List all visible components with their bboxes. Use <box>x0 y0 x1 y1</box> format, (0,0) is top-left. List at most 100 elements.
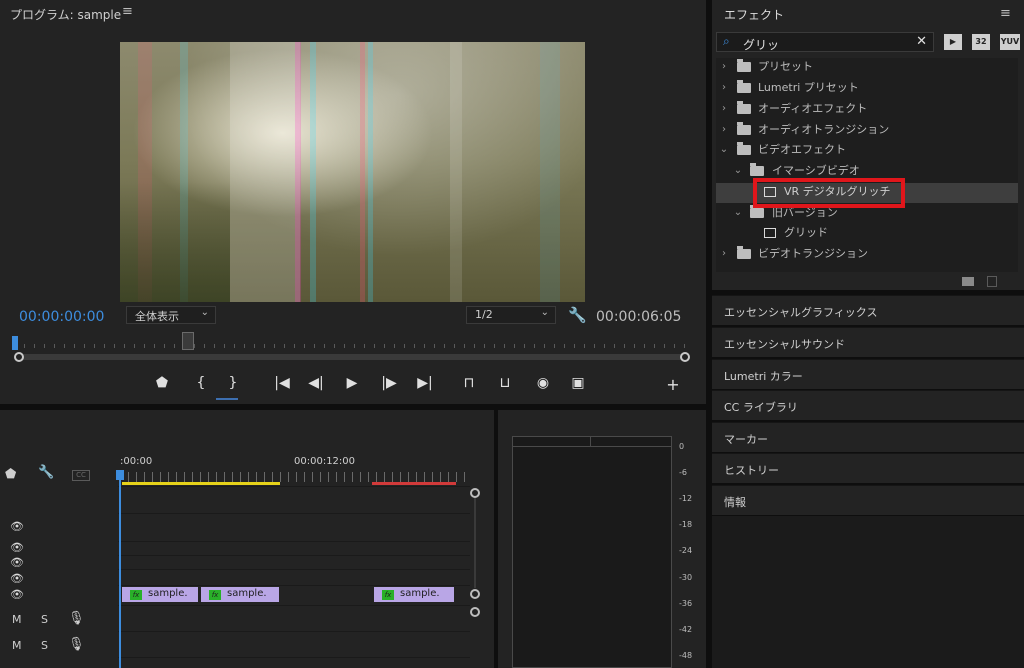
zoom-level-select[interactable]: 全体表示 ⌄ <box>126 306 216 324</box>
go-to-out-icon[interactable]: ▶| <box>414 375 436 391</box>
scrollbar-right-handle[interactable] <box>680 352 690 362</box>
timeline-playhead-handle[interactable] <box>116 470 124 480</box>
audio-track-row[interactable] <box>118 605 470 631</box>
track-scroll-handle[interactable] <box>470 589 480 599</box>
extract-icon[interactable]: ⊔ <box>494 375 516 391</box>
yuv-filter-icon[interactable]: YUV <box>1000 34 1020 50</box>
track-scroll-handle[interactable] <box>470 607 480 617</box>
hamburger-icon[interactable]: ≡ <box>122 4 133 19</box>
effects-panel-title[interactable]: エフェクト <box>724 6 784 23</box>
chevron-right-icon[interactable]: › <box>719 57 729 77</box>
video-track-row[interactable] <box>118 569 470 585</box>
empty-panel-area <box>712 516 1024 668</box>
new-bin-icon[interactable] <box>962 277 974 286</box>
folder-icon <box>750 205 764 218</box>
timeline-clip[interactable]: fx sample. <box>122 587 198 602</box>
panel-history[interactable]: ヒストリー <box>712 453 1024 483</box>
export-frame-icon[interactable]: ◉ <box>532 375 554 391</box>
in-point-icon[interactable]: { <box>190 375 212 391</box>
chevron-down-icon[interactable]: ⌄ <box>733 161 743 181</box>
closed-captions-icon[interactable]: CC <box>72 470 90 481</box>
tree-item-label: オーディオエフェクト <box>758 102 868 115</box>
tree-item-video-effects[interactable]: ⌄ ビデオエフェクト <box>716 140 1018 160</box>
chevron-right-icon[interactable]: › <box>719 78 729 98</box>
mute-button[interactable]: M <box>12 613 22 626</box>
video-track-row[interactable] <box>118 486 470 513</box>
panel-info[interactable]: 情報 <box>712 485 1024 515</box>
track-scroll-handle[interactable] <box>470 488 480 498</box>
video-track-row[interactable] <box>118 541 470 555</box>
effect-icon <box>764 228 776 238</box>
playback-resolution-select[interactable]: 1/2 ⌄ <box>466 306 556 324</box>
panel-cc-libraries[interactable]: CC ライブラリ <box>712 390 1024 420</box>
audio-track-row[interactable] <box>118 631 470 657</box>
hamburger-icon[interactable]: ≡ <box>1000 6 1011 21</box>
chevron-right-icon[interactable]: › <box>719 244 729 264</box>
current-timecode[interactable]: 00:00:00:00 <box>19 309 104 325</box>
panel-markers[interactable]: マーカー <box>712 422 1024 452</box>
video-track-row[interactable] <box>118 555 470 569</box>
mute-button[interactable]: M <box>12 639 22 652</box>
solo-button[interactable]: S <box>41 639 48 652</box>
microphone-icon[interactable]: 🎙 <box>68 611 85 626</box>
monitor-zoom-scrollbar[interactable] <box>19 354 685 360</box>
tree-item-grid[interactable]: グリッド <box>716 223 1018 243</box>
panel-label: Lumetri カラー <box>724 370 803 383</box>
wrench-icon[interactable]: 🔧 <box>38 465 54 480</box>
microphone-icon[interactable]: 🎙 <box>68 637 85 652</box>
tree-item-lumetri-presets[interactable]: › Lumetri プリセット <box>716 78 1018 98</box>
program-monitor-title[interactable]: プログラム: sample <box>10 6 121 23</box>
eye-icon[interactable]: 👁 <box>9 556 25 569</box>
go-to-in-icon[interactable]: |◀ <box>271 375 293 391</box>
effects-search-value: グリッ <box>743 38 780 52</box>
effects-search-input[interactable]: ⌕ グリッ ✕ <box>716 32 934 52</box>
timeline-clip[interactable]: fx sample. <box>374 587 454 602</box>
lift-icon[interactable]: ⊓ <box>458 375 480 391</box>
tree-item-presets[interactable]: › プリセット <box>716 57 1018 77</box>
scrollbar-left-handle[interactable] <box>14 352 24 362</box>
timeline-playhead[interactable] <box>119 470 121 668</box>
chevron-right-icon[interactable]: › <box>719 120 729 140</box>
folder-icon <box>737 246 751 259</box>
video-track-row[interactable] <box>118 513 470 541</box>
solo-button[interactable]: S <box>41 613 48 626</box>
accelerated-effects-filter-icon[interactable]: ▶ <box>944 34 962 50</box>
step-back-icon[interactable]: ◀| <box>305 375 327 391</box>
panel-essential-sound[interactable]: エッセンシャルサウンド <box>712 327 1024 357</box>
play-icon[interactable]: ▶ <box>341 375 363 391</box>
out-point-icon[interactable]: } <box>222 375 244 391</box>
marker-icon[interactable]: ⬟ <box>151 375 173 391</box>
tree-item-audio-transitions[interactable]: › オーディオトランジション <box>716 120 1018 140</box>
chevron-right-icon[interactable]: › <box>719 99 729 119</box>
track-scrollbar[interactable] <box>474 498 476 588</box>
eye-icon[interactable]: 👁 <box>9 572 25 585</box>
add-button-icon[interactable]: + <box>662 375 684 394</box>
chevron-down-icon[interactable]: ⌄ <box>733 203 743 223</box>
clear-search-icon[interactable]: ✕ <box>916 34 927 49</box>
tree-item-label: ビデオトランジション <box>758 247 868 260</box>
tree-item-video-transitions[interactable]: › ビデオトランジション <box>716 244 1018 264</box>
in-out-range-marker[interactable] <box>182 332 194 350</box>
32bit-filter-icon[interactable]: 32 <box>972 34 990 50</box>
monitor-playhead[interactable] <box>12 336 18 350</box>
clip-name: sample. <box>148 588 188 599</box>
timeline-ruler[interactable] <box>120 472 470 482</box>
tree-item-audio-effects[interactable]: › オーディオエフェクト <box>716 99 1018 119</box>
eye-icon[interactable]: 👁 <box>9 588 25 601</box>
step-forward-icon[interactable]: |▶ <box>378 375 400 391</box>
panel-essential-graphics[interactable]: エッセンシャルグラフィックス <box>712 295 1024 325</box>
eye-icon[interactable]: 👁 <box>9 541 25 554</box>
panel-lumetri-color[interactable]: Lumetri カラー <box>712 359 1024 389</box>
comparison-view-icon[interactable]: ▣ <box>567 375 589 391</box>
db-label: -6 <box>679 468 687 477</box>
add-marker-icon[interactable]: ⬟ <box>5 467 16 482</box>
audio-track-row[interactable] <box>118 657 470 668</box>
wrench-icon[interactable]: 🔧 <box>568 306 587 324</box>
trash-icon[interactable] <box>987 276 997 287</box>
panel-label: CC ライブラリ <box>724 401 798 414</box>
eye-icon[interactable]: 👁 <box>9 520 25 533</box>
monitor-time-ruler[interactable] <box>14 338 688 350</box>
chevron-down-icon[interactable]: ⌄ <box>719 140 729 160</box>
db-label: -12 <box>679 494 693 503</box>
timeline-clip[interactable]: fx sample. <box>201 587 279 602</box>
